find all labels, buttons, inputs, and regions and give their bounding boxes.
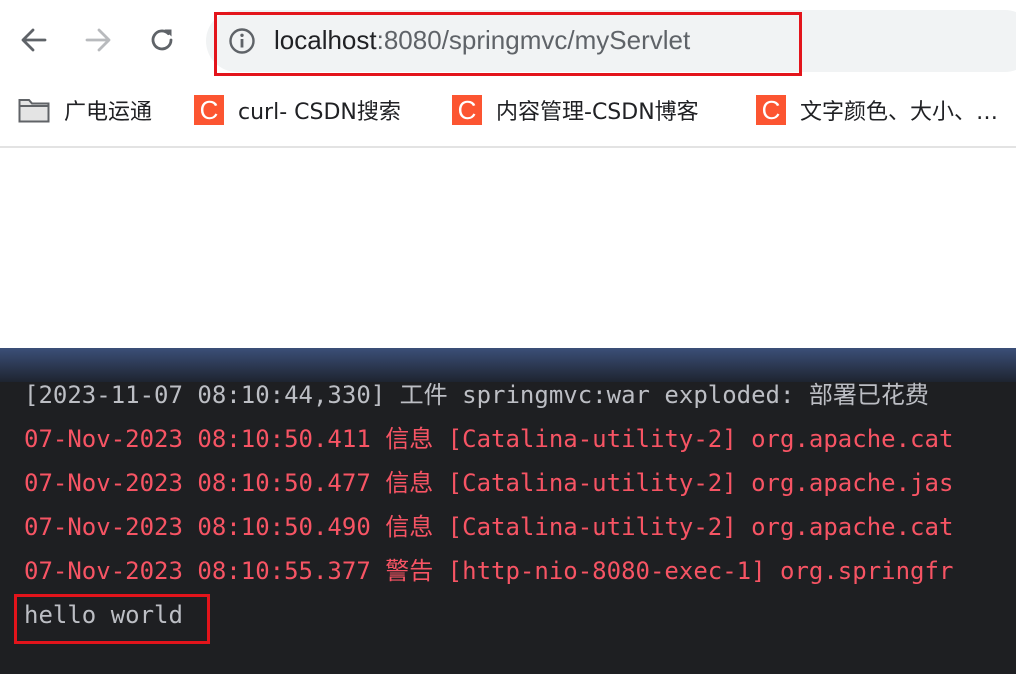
log-line: 07-Nov-2023 08:10:55.377 警告 [http-nio-80… — [24, 557, 954, 585]
page-content — [0, 148, 1016, 348]
back-button[interactable] — [16, 22, 52, 58]
csdn-icon: C — [194, 95, 224, 125]
forward-button[interactable] — [80, 22, 116, 58]
log-line: 07-Nov-2023 08:10:50.490 信息 [Catalina-ut… — [24, 513, 954, 541]
bookmark-label: curl- CSDN搜索 — [238, 100, 401, 125]
log-line: 07-Nov-2023 08:10:50.411 信息 [Catalina-ut… — [24, 425, 954, 453]
bookmark-folder-guangdian[interactable]: 广电运通 — [18, 92, 152, 128]
csdn-icon: C — [756, 95, 786, 125]
bookmark-label: 内容管理-CSDN博客 — [496, 100, 699, 125]
csdn-icon: C — [452, 95, 482, 125]
reload-button[interactable] — [144, 22, 180, 58]
bookmark-curl-csdn[interactable]: C curl- CSDN搜索 — [194, 92, 401, 128]
url-highlight-box — [214, 12, 802, 76]
bookmark-text-color[interactable]: C 文字颜色、大小、… — [756, 92, 998, 128]
arrow-right-icon — [85, 28, 111, 52]
bookmark-label: 文字颜色、大小、… — [800, 100, 999, 125]
arrow-left-icon — [21, 28, 47, 52]
browser-toolbar: localhost:8080/springmvc/myServlet 广电运通 … — [0, 0, 1016, 148]
log-line: 07-Nov-2023 08:10:50.477 信息 [Catalina-ut… — [24, 469, 954, 497]
folder-icon — [18, 99, 50, 123]
console-panel: [2023-11-07 08:10:44,330] 工件 springmvc:w… — [0, 348, 1016, 674]
bookmark-csdn-content[interactable]: C 内容管理-CSDN博客 — [452, 92, 699, 128]
output-highlight-box — [14, 594, 210, 644]
bookmark-label: 广电运通 — [64, 100, 153, 125]
console-header — [0, 348, 1016, 382]
log-line: [2023-11-07 08:10:44,330] 工件 springmvc:w… — [24, 381, 929, 409]
reload-icon — [151, 29, 173, 51]
